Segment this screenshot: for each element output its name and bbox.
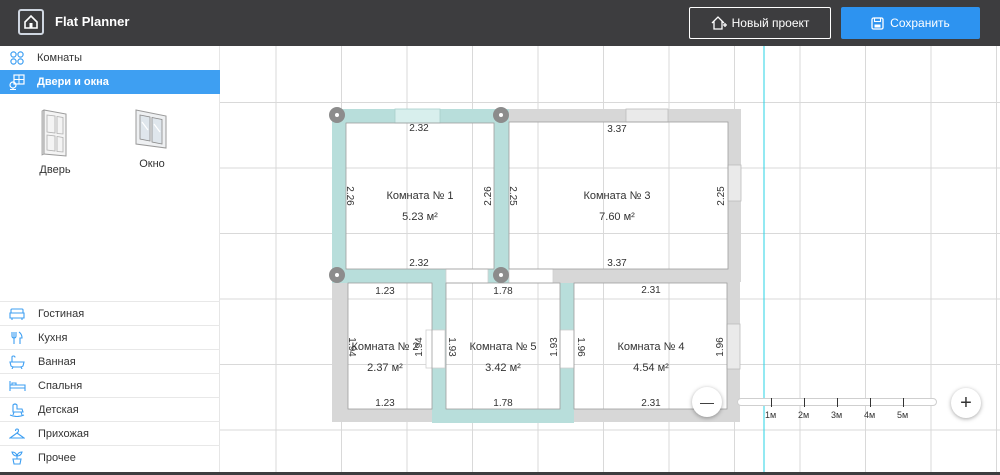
door-icon [41,109,67,157]
category-bathroom[interactable]: Ванная [0,349,220,373]
room-5-dim-top: 1.78 [493,286,513,297]
room-3-dim-left: 2.25 [507,186,518,206]
room-4-dim-left: 1.96 [575,337,586,357]
top-bar: Flat Planner Новый проект Сохранить [0,0,1000,46]
plant-icon [8,450,26,466]
room-1-name: Комната № 1 [386,190,453,202]
room-2-dim-bottom: 1.23 [375,398,395,409]
app-title: Flat Planner [55,14,130,29]
new-project-label: Новый проект [731,16,810,30]
cutlery-icon [8,330,26,346]
home-icon [24,14,38,29]
category-bedroom[interactable]: Спальня [0,373,220,397]
room-5-area: 3.42 м² [485,362,521,374]
room-1-dim-bottom: 2.32 [409,258,429,269]
floor-plan[interactable]: Комната № 1 5.23 м² 2.32 2.32 2.26 2.26 … [220,46,1000,472]
category-kids-room[interactable]: Детская [0,397,220,421]
sidebar-item-rooms[interactable]: Комнаты [0,46,220,70]
room-2-dim-top: 1.23 [375,286,395,297]
room-5-dim-bottom: 1.78 [493,398,513,409]
scale-tick [837,398,838,407]
new-project-button[interactable]: Новый проект [689,7,831,39]
scale-label: 2м [798,410,810,420]
room-2-dim-right: 1.94 [414,337,425,357]
room-3-area: 7.60 м² [599,211,635,223]
house-plus-icon [711,16,727,30]
rooms-grid-icon [9,50,25,66]
sidebar: Комнаты Двери и окна Дверь Окно Гостиная… [0,46,220,472]
scale-tick [870,398,871,407]
room-2-name: Комната № 2 [351,341,418,353]
app-logo [18,9,44,35]
room-1[interactable]: Комната № 1 5.23 м² 2.32 2.32 2.26 2.26 [344,123,494,269]
scale-tick [903,398,904,407]
bed-icon [8,378,26,394]
room-1-dim-top: 2.32 [409,123,429,134]
scale-tick [804,398,805,407]
room-5[interactable]: Комната № 5 3.42 м² 1.78 1.78 1.93 1.93 [446,286,560,409]
category-label: Прихожая [38,427,89,440]
save-button[interactable]: Сохранить [841,7,980,39]
sofa-icon [8,306,26,322]
save-label: Сохранить [890,16,950,30]
floppy-disk-icon [871,16,884,30]
plan-canvas[interactable]: Комната № 1 5.23 м² 2.32 2.32 2.26 2.26 … [220,46,1000,472]
room-1-area: 5.23 м² [402,211,438,223]
sidebar-item-doors-windows[interactable]: Двери и окна [0,70,220,94]
room-1-dim-left: 2.26 [344,186,355,206]
room-4-name: Комната № 4 [617,341,684,353]
window-door-icon [9,74,25,90]
category-kitchen[interactable]: Кухня [0,325,220,349]
catalog-window-label: Окно [139,158,165,170]
room-5-dim-right: 1.93 [549,337,560,357]
room-2[interactable]: Комната № 2 2.37 м² 1.23 1.23 1.94 1.94 [346,286,425,409]
catalog-item-door[interactable]: Дверь [20,108,90,176]
zoom-out-label: — [700,394,714,410]
room-3-name: Комната № 3 [583,190,650,202]
scale-tick [771,398,772,407]
room-2-area: 2.37 м² [367,362,403,374]
room-4-dim-top: 2.31 [641,285,661,296]
category-hallway[interactable]: Прихожая [0,421,220,445]
category-label: Прочее [38,451,76,464]
category-label: Ванная [38,355,76,368]
room-2-dim-left: 1.94 [346,337,357,357]
zoom-out-button[interactable]: — [692,387,722,417]
room-3-dim-top: 3.37 [607,124,627,135]
room-4-area: 4.54 м² [633,362,669,374]
hanger-icon [8,426,26,442]
window-icon [135,109,167,149]
scale-label: 4м [864,410,876,420]
room-4-dim-bottom: 2.31 [641,398,661,409]
room-3-dim-bottom: 3.37 [607,258,627,269]
catalog-door-label: Дверь [39,164,71,176]
catalog-item-window[interactable]: Окно [117,108,187,170]
room-1-dim-right: 2.26 [483,186,494,206]
zoom-in-label: + [960,391,972,414]
zoom-in-button[interactable]: + [951,388,981,418]
scale-label: 3м [831,410,843,420]
category-label: Гостиная [38,307,85,320]
room-5-name: Комната № 5 [469,341,536,353]
category-label: Детская [38,403,79,416]
scale-label: 1м [765,410,777,420]
sidebar-item-label: Комнаты [37,52,82,64]
category-label: Спальня [38,379,83,392]
room-4-dim-right: 1.96 [715,337,726,357]
room-5-dim-left: 1.93 [446,337,457,357]
room-3[interactable]: Комната № 3 7.60 м² 3.37 3.37 2.25 2.25 [507,124,727,269]
sidebar-item-label: Двери и окна [37,76,109,88]
rocking-horse-icon [8,402,26,418]
bathtub-icon [8,354,26,370]
room-3-dim-right: 2.25 [716,186,727,206]
category-other[interactable]: Прочее [0,445,220,469]
scale-label: 5м [897,410,909,420]
category-living-room[interactable]: Гостиная [0,301,220,325]
category-label: Кухня [38,331,68,344]
